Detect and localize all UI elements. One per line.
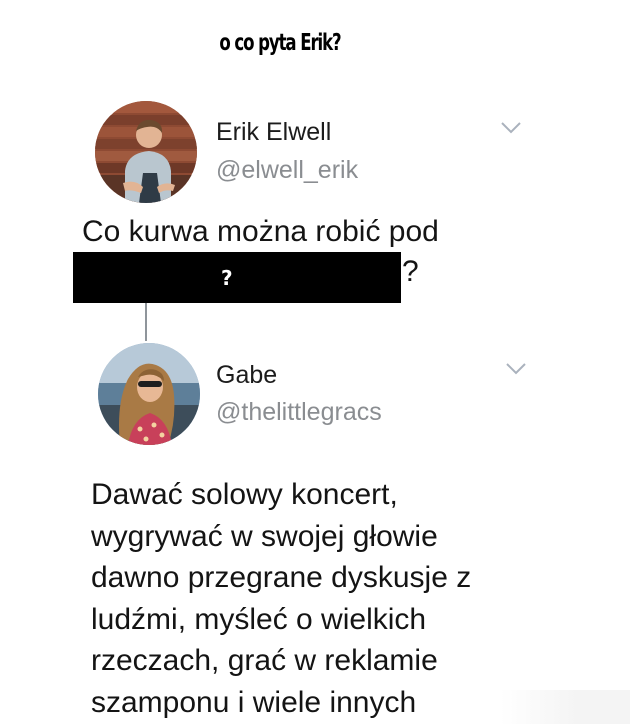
image-edge-fade (500, 690, 630, 724)
tweet-author-name[interactable]: Erik Elwell (216, 118, 331, 147)
tweet-text: Co kurwa można robić pod (82, 215, 439, 248)
avatar-photo-gabe (98, 343, 200, 445)
reply-author-handle[interactable]: @thelittlegracs (216, 398, 382, 427)
reply-text-line: Dawać solowy koncert, (91, 478, 398, 511)
avatar-photo-erik (95, 101, 197, 203)
avatar-erik[interactable] (95, 101, 197, 203)
redaction-bar (73, 252, 401, 303)
reply-text-line: szamponu i wiele innych (91, 685, 417, 719)
chevron-down-icon[interactable] (505, 362, 527, 376)
reply-text-line: dawno przegrane dyskusje z (91, 561, 472, 594)
tweet-author-handle[interactable]: @elwell_erik (216, 156, 358, 185)
reply-text: Dawać solowy koncert, wygrywać w swojej … (91, 474, 571, 723)
reply-author-name[interactable]: Gabe (216, 361, 277, 390)
tweet-trailing-question-mark: ? (402, 255, 419, 288)
avatar-gabe[interactable] (98, 343, 200, 445)
chevron-down-icon[interactable] (500, 121, 522, 135)
meme-title: o co pyta Erik? (219, 30, 341, 56)
thread-connector (145, 303, 147, 341)
reply-text-line: wygrywać w swojej głowie (91, 519, 438, 553)
redaction-question-mark: ? (221, 266, 233, 290)
reply-text-line: rzeczach, grać w reklamie (91, 644, 438, 677)
reply-text-line: ludźmi, myśleć o wielkich (91, 602, 427, 636)
